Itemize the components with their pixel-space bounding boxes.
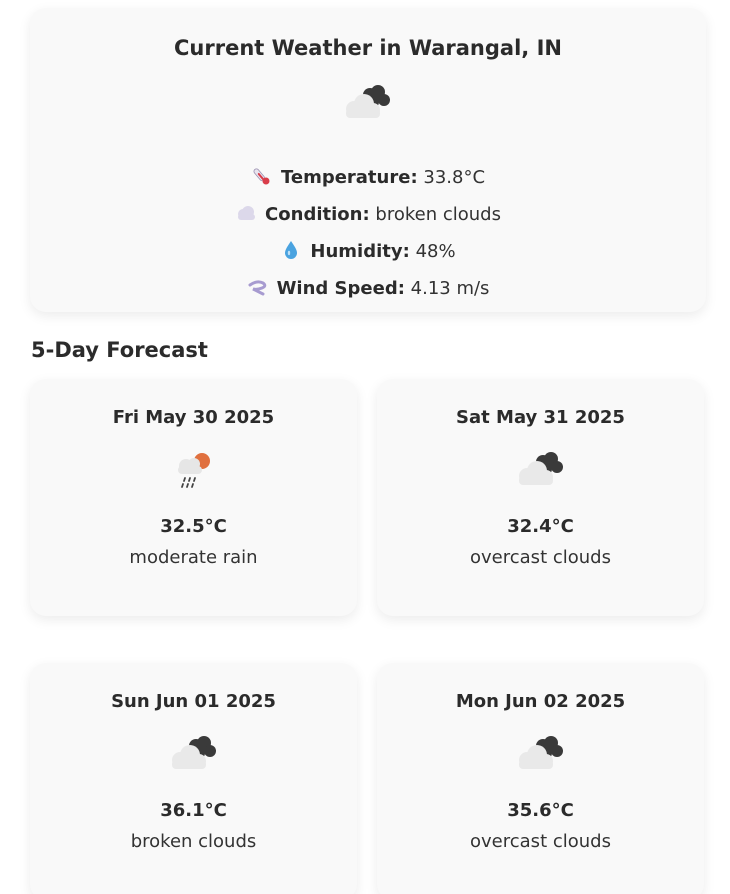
thermometer-icon xyxy=(253,168,270,185)
current-details: Temperature: 33.8°C Condition: broken cl… xyxy=(30,159,706,307)
forecast-date: Sat May 31 2025 xyxy=(456,407,625,428)
forecast-card: Sun Jun 01 2025 36.1°C broken clouds xyxy=(30,663,357,894)
forecast-description: moderate rain xyxy=(129,547,258,568)
humidity-label: Humidity: xyxy=(310,241,410,263)
forecast-date: Fri May 30 2025 xyxy=(112,407,275,428)
broken-clouds-icon xyxy=(171,736,216,769)
broken-clouds-icon xyxy=(518,452,563,485)
temperature-label: Temperature: xyxy=(280,167,418,189)
forecast-temperature: 32.4°C xyxy=(507,516,574,537)
forecast-description: broken clouds xyxy=(130,831,257,852)
forecast-description: overcast clouds xyxy=(470,831,611,852)
droplet-icon xyxy=(285,241,298,260)
forecast-heading: 5-Day Forecast xyxy=(31,338,208,362)
wind-speed-row: Wind Speed: 4.13 m/s xyxy=(30,270,706,307)
forecast-date: Mon Jun 02 2025 xyxy=(455,691,626,712)
condition-value: broken clouds xyxy=(375,204,501,226)
wind-speed-label: Wind Speed: xyxy=(276,278,405,300)
wind-speed-value: 4.13 m/s xyxy=(410,278,490,300)
forecast-temperature: 35.6°C xyxy=(507,800,574,821)
forecast-date: Sun Jun 01 2025 xyxy=(111,691,276,712)
forecast-description: overcast clouds xyxy=(470,547,611,568)
condition-label: Condition: xyxy=(265,204,370,226)
current-weather-card: Current Weather in Warangal, IN Temperat… xyxy=(30,8,706,312)
condition-row: Condition: broken clouds xyxy=(30,196,706,233)
forecast-temperature: 36.1°C xyxy=(160,800,227,821)
cloud-icon xyxy=(238,206,256,221)
humidity-row: Humidity: 48% xyxy=(30,233,706,270)
current-weather-title: Current Weather in Warangal, IN xyxy=(174,36,562,60)
rain-sun-icon xyxy=(177,453,210,488)
forecast-card: Sat May 31 2025 32.4°C overcast clouds xyxy=(377,379,704,616)
temperature-value: 33.8°C xyxy=(423,167,486,189)
temperature-row: Temperature: 33.8°C xyxy=(30,159,706,196)
weather-page: Current Weather in Warangal, IN Temperat… xyxy=(0,0,730,894)
broken-clouds-icon xyxy=(518,736,563,769)
wind-icon xyxy=(248,280,266,296)
forecast-card: Mon Jun 02 2025 35.6°C overcast clouds xyxy=(377,663,704,894)
forecast-card: Fri May 30 2025 32.5°C moderate rain xyxy=(30,379,357,616)
humidity-value: 48% xyxy=(415,241,456,263)
broken-clouds-icon xyxy=(346,85,390,119)
forecast-temperature: 32.5°C xyxy=(160,516,227,537)
